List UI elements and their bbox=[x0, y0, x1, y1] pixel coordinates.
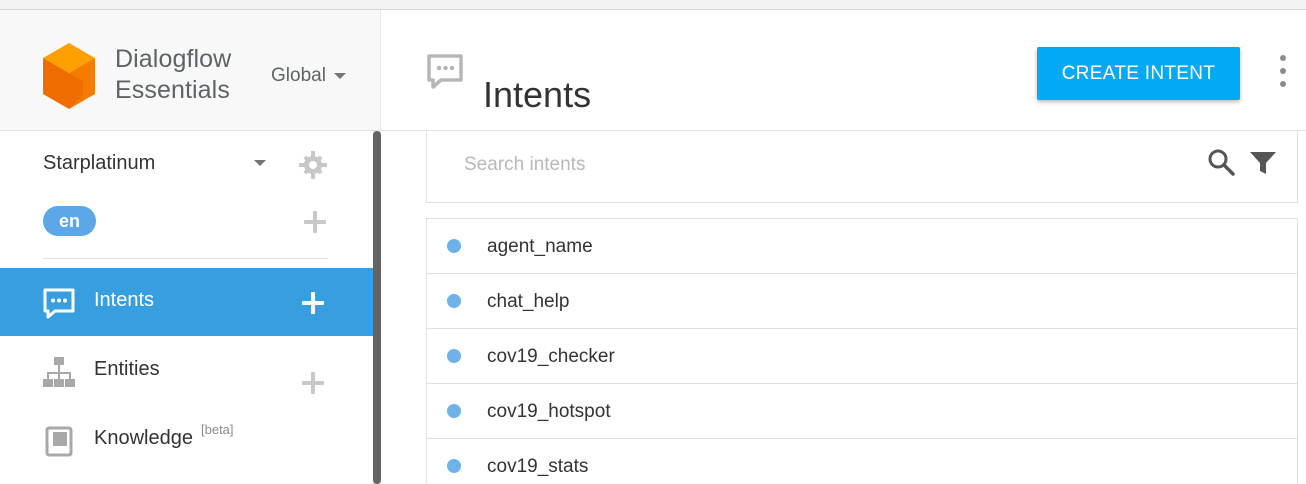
agent-name: Starplatinum bbox=[43, 152, 156, 174]
chevron-down-icon bbox=[254, 160, 266, 166]
gear-icon[interactable] bbox=[297, 149, 329, 181]
search-icon[interactable] bbox=[1207, 148, 1235, 176]
sidebar-item-label: Intents bbox=[94, 289, 155, 311]
intent-list: agent_name chat_help cov19_checker cov19… bbox=[426, 218, 1298, 484]
intent-status-dot-icon bbox=[447, 459, 461, 473]
filter-icon[interactable] bbox=[1249, 150, 1277, 176]
add-intent-plus-icon[interactable] bbox=[302, 292, 324, 314]
sidebar-scrollbar-thumb[interactable] bbox=[373, 131, 381, 484]
create-intent-button[interactable]: CREATE INTENT bbox=[1037, 47, 1240, 100]
brand-line-primary: Dialogflow bbox=[115, 45, 232, 73]
more-vertical-icon[interactable] bbox=[1278, 55, 1288, 87]
sidebar-item-knowledge[interactable]: Knowledge [beta] bbox=[0, 406, 373, 474]
region-dropdown[interactable]: Global bbox=[271, 62, 346, 90]
more-dot-icon bbox=[1280, 55, 1286, 61]
intent-search-bar bbox=[426, 131, 1298, 203]
brand-line-secondary: Essentials bbox=[115, 76, 230, 104]
add-language-plus-icon[interactable] bbox=[304, 211, 326, 233]
intent-name: cov19_stats bbox=[487, 456, 589, 477]
agent-selector[interactable]: Starplatinum bbox=[43, 149, 343, 181]
chat-bubble-icon bbox=[427, 54, 463, 89]
brand-name: Dialogflow Essentials bbox=[115, 44, 265, 106]
chevron-down-icon bbox=[333, 73, 346, 79]
brand-header: Dialogflow Essentials Global bbox=[0, 10, 380, 131]
browser-top-rule bbox=[0, 0, 1306, 10]
main-header: Intents CREATE INTENT bbox=[381, 10, 1306, 131]
sidebar-divider bbox=[43, 258, 328, 259]
intent-row[interactable]: cov19_hotspot bbox=[427, 384, 1297, 439]
intent-row[interactable]: cov19_checker bbox=[427, 329, 1297, 384]
sidebar-item-label: Entities bbox=[94, 358, 160, 380]
dialogflow-window: Dialogflow Essentials Global Starplatinu… bbox=[0, 0, 1306, 484]
more-dot-icon bbox=[1280, 68, 1286, 74]
chat-bubble-icon bbox=[43, 288, 75, 319]
intent-status-dot-icon bbox=[447, 294, 461, 308]
book-icon bbox=[45, 426, 73, 457]
sidebar-item-entities[interactable]: Entities bbox=[0, 337, 373, 405]
language-row: en bbox=[43, 206, 343, 238]
intent-row[interactable]: chat_help bbox=[427, 274, 1297, 329]
intent-row[interactable]: agent_name bbox=[427, 219, 1297, 274]
sidebar-item-intents[interactable]: Intents bbox=[0, 268, 373, 336]
dialogflow-logo-icon[interactable] bbox=[40, 41, 98, 111]
sidebar: Dialogflow Essentials Global Starplatinu… bbox=[0, 10, 381, 484]
page-title: Intents bbox=[483, 74, 592, 116]
language-badge[interactable]: en bbox=[43, 206, 96, 236]
intent-name: chat_help bbox=[487, 291, 570, 312]
sidebar-item-label: Knowledge bbox=[94, 427, 193, 449]
hierarchy-icon bbox=[43, 357, 75, 387]
intent-status-dot-icon bbox=[447, 349, 461, 363]
intent-name: cov19_hotspot bbox=[487, 401, 611, 422]
intent-row[interactable]: cov19_stats bbox=[427, 439, 1297, 484]
add-entity-plus-icon[interactable] bbox=[302, 372, 324, 394]
intent-status-dot-icon bbox=[447, 404, 461, 418]
beta-badge: [beta] bbox=[201, 422, 234, 437]
intent-name: agent_name bbox=[487, 236, 593, 257]
search-input[interactable] bbox=[462, 149, 1116, 181]
intent-name: cov19_checker bbox=[487, 346, 615, 367]
intent-status-dot-icon bbox=[447, 239, 461, 253]
more-dot-icon bbox=[1280, 81, 1286, 87]
region-label: Global bbox=[271, 65, 326, 86]
